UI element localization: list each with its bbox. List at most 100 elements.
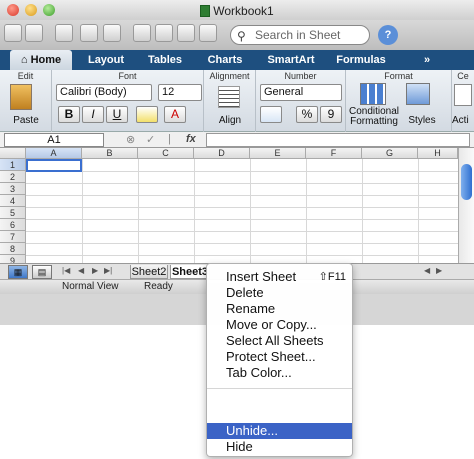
enter-icon[interactable]: ✓: [146, 133, 155, 146]
template-icon[interactable]: [25, 24, 43, 42]
sheet-tab[interactable]: Sheet2: [130, 265, 168, 279]
row-header[interactable]: 5: [0, 207, 26, 219]
tab-layout[interactable]: Layout: [78, 50, 134, 70]
first-sheet-icon[interactable]: |◀: [62, 266, 70, 275]
copy-icon[interactable]: [155, 24, 173, 42]
row-header[interactable]: 9: [0, 255, 26, 263]
italic-button[interactable]: I: [82, 106, 104, 123]
menu-shortcut: ⇧F11: [318, 271, 346, 283]
menu-item-insert-sheet[interactable]: Insert Sheet ⇧F11: [207, 269, 352, 285]
menu-item-tab-color[interactable]: Tab Color...: [207, 365, 352, 381]
page-layout-view-icon[interactable]: ▤: [32, 265, 52, 279]
search-icon: ⚲: [237, 29, 246, 43]
conditional-formatting-icon[interactable]: [360, 83, 386, 105]
save-icon[interactable]: [80, 24, 98, 42]
print-icon[interactable]: [103, 24, 121, 42]
name-box[interactable]: A1: [4, 133, 104, 147]
row-header[interactable]: 7: [0, 231, 26, 243]
column-header[interactable]: G: [362, 148, 418, 159]
tab-formulas[interactable]: Formulas: [330, 50, 392, 70]
new-icon[interactable]: [4, 24, 22, 42]
fill-color-icon[interactable]: [136, 106, 158, 123]
column-header[interactable]: F: [306, 148, 362, 159]
paste-toolbar-icon[interactable]: [177, 24, 195, 42]
sheet-tab-active[interactable]: Sheet3: [170, 265, 210, 279]
ready-status: Ready: [144, 281, 173, 292]
comma-button[interactable]: 9: [320, 106, 342, 123]
formula-input[interactable]: [206, 133, 470, 147]
title-bar: Workbook1: [0, 0, 474, 20]
actions-label: Acti: [452, 115, 469, 126]
number-group: Number General % 9: [256, 70, 346, 132]
font-name-select[interactable]: Calibri (Body): [56, 84, 152, 101]
cancel-icon[interactable]: ⊗: [126, 133, 135, 146]
menu-item-hide[interactable]: Hide: [207, 439, 352, 455]
menu-item-rename[interactable]: Rename: [207, 301, 352, 317]
menu-item-protect-sheet[interactable]: Protect Sheet...: [207, 349, 352, 365]
menu-separator: [207, 388, 352, 389]
paste-icon[interactable]: [10, 84, 32, 110]
column-header[interactable]: B: [82, 148, 138, 159]
column-header[interactable]: H: [418, 148, 458, 159]
currency-icon[interactable]: [260, 106, 282, 123]
scroll-right-icon[interactable]: ▶: [436, 266, 442, 275]
row-header[interactable]: 8: [0, 243, 26, 255]
tab-tables[interactable]: Tables: [138, 50, 192, 70]
workbook-icon: [200, 5, 211, 17]
selected-cell[interactable]: [26, 159, 82, 172]
insert-function-icon[interactable]: fx: [186, 133, 196, 145]
column-header[interactable]: C: [138, 148, 194, 159]
font-color-icon[interactable]: A: [164, 106, 186, 123]
font-group: Font Calibri (Body) 12 B I U A: [52, 70, 204, 132]
number-format-select[interactable]: General: [260, 84, 342, 101]
vertical-scrollbar[interactable]: [458, 148, 474, 263]
bold-button[interactable]: B: [58, 106, 80, 123]
row-header[interactable]: 1: [0, 159, 26, 171]
select-all-corner[interactable]: [0, 148, 26, 159]
row-header[interactable]: 3: [0, 183, 26, 195]
cells-group: Ce Acti: [452, 70, 474, 132]
menu-item-delete[interactable]: Delete: [207, 285, 352, 301]
search-field[interactable]: ⚲ Search in Sheet: [230, 25, 370, 45]
edit-group: Edit Paste: [0, 70, 52, 132]
last-sheet-icon[interactable]: ▶|: [104, 266, 112, 275]
column-header[interactable]: A: [26, 148, 82, 159]
normal-view-icon[interactable]: ▦: [8, 265, 28, 279]
align-icon[interactable]: [218, 86, 240, 108]
alignment-group: Alignment Align: [204, 70, 256, 132]
ribbon-scroll-icon[interactable]: »: [420, 50, 434, 70]
align-label: Align: [218, 115, 242, 126]
actions-icon[interactable]: [454, 84, 472, 106]
percent-button[interactable]: %: [296, 106, 318, 123]
open-icon[interactable]: [55, 24, 73, 42]
prev-sheet-icon[interactable]: ◀: [78, 266, 84, 275]
tab-home[interactable]: ⌂ Home: [10, 50, 72, 70]
ribbon-tabs: ⌂ Home Layout Tables Charts SmartArt For…: [0, 50, 474, 70]
help-icon[interactable]: ?: [378, 25, 398, 45]
tab-charts[interactable]: Charts: [198, 50, 252, 70]
underline-button[interactable]: U: [106, 106, 128, 123]
formula-bar: A1 ⊗ ✓ | fx: [0, 132, 474, 148]
menu-item-move-or-copy[interactable]: Move or Copy...: [207, 317, 352, 333]
menu-item-unhide[interactable]: Unhide...: [207, 423, 352, 439]
format-group: Format Conditional Formatting Styles: [346, 70, 452, 132]
worksheet-grid[interactable]: A B C D E F G H 1 2 3 4 5 6 7 8 9: [0, 148, 458, 263]
column-header[interactable]: E: [250, 148, 306, 159]
column-header[interactable]: D: [194, 148, 250, 159]
tab-smartart[interactable]: SmartArt: [258, 50, 324, 70]
styles-icon[interactable]: [406, 83, 430, 105]
next-sheet-icon[interactable]: ▶: [92, 266, 98, 275]
row-header[interactable]: 2: [0, 171, 26, 183]
scroll-thumb[interactable]: [461, 164, 472, 200]
scroll-left-icon[interactable]: ◀: [424, 266, 430, 275]
menu-item-select-all-sheets[interactable]: Select All Sheets: [207, 333, 352, 349]
row-header[interactable]: 4: [0, 195, 26, 207]
window-title: Workbook1: [213, 4, 274, 18]
ribbon: Edit Paste Font Calibri (Body) 12 B I U …: [0, 70, 474, 132]
font-size-select[interactable]: 12: [158, 84, 202, 101]
fx-divider: |: [168, 133, 171, 145]
conditional-formatting-label: Conditional Formatting: [348, 106, 400, 127]
row-header[interactable]: 6: [0, 219, 26, 231]
format-painter-icon[interactable]: [199, 24, 217, 42]
cut-icon[interactable]: [133, 24, 151, 42]
